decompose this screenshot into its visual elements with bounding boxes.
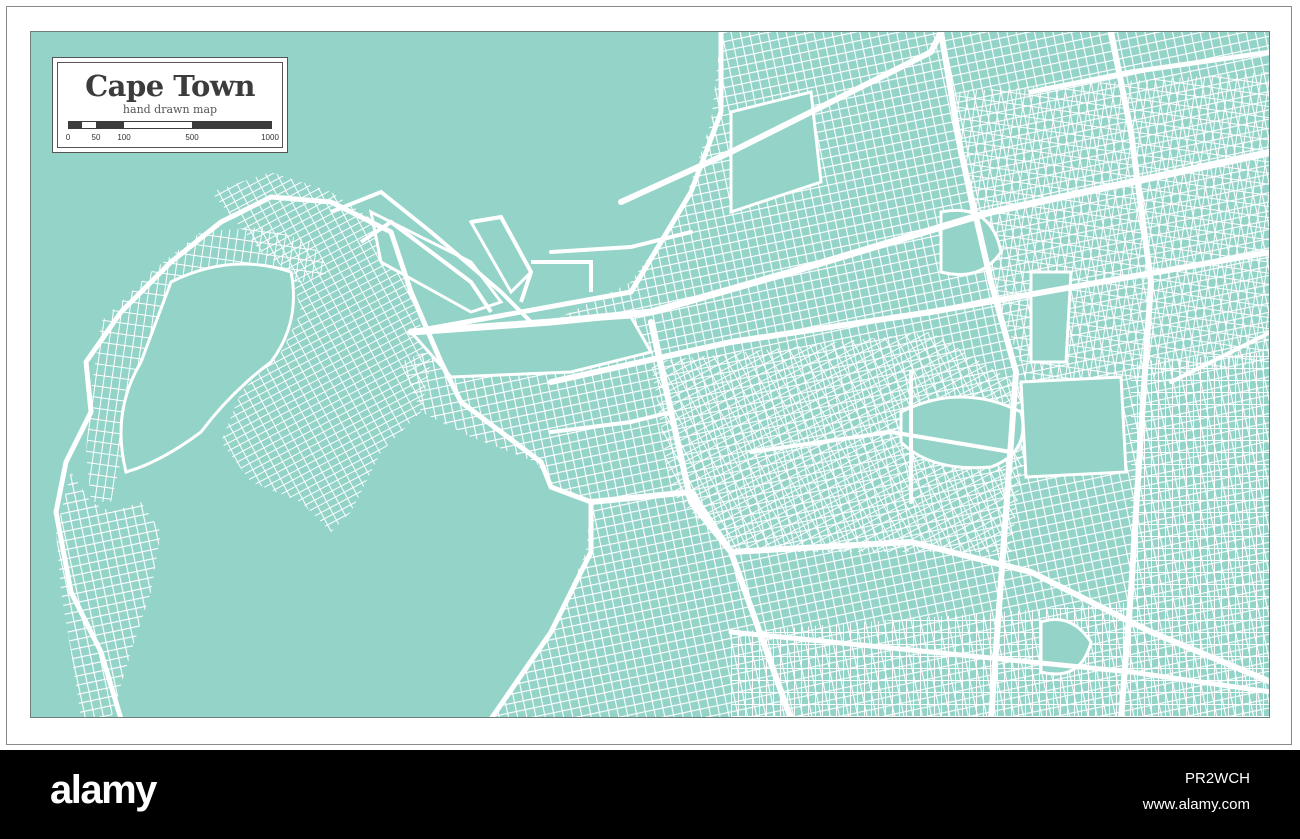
image-id: PR2WCH <box>1184 770 1250 787</box>
scale-segment <box>96 121 124 129</box>
scale-segment <box>124 121 192 129</box>
scale-label: 500 <box>185 133 199 142</box>
map-title: Cape Town <box>85 69 255 103</box>
scale-segment <box>82 121 96 129</box>
site-url: www.alamy.com <box>1142 796 1250 813</box>
map-title-box: Cape Town hand drawn map 0 50 100 500 10… <box>52 57 288 153</box>
title-inner-border: Cape Town hand drawn map 0 50 100 500 10… <box>57 62 283 148</box>
scale-label: 1000 <box>261 133 279 142</box>
scale-label: 100 <box>117 133 131 142</box>
brand-logo: alamy <box>50 768 157 812</box>
map-subtitle: hand drawn map <box>122 103 218 116</box>
scale-segment <box>192 121 272 129</box>
scale-bar <box>68 121 272 129</box>
scale-label: 50 <box>91 133 101 142</box>
scale-segment <box>68 121 82 129</box>
scale-label: 0 <box>65 133 71 142</box>
watermark-footer: alamy PR2WCH www.alamy.com <box>0 750 1300 839</box>
